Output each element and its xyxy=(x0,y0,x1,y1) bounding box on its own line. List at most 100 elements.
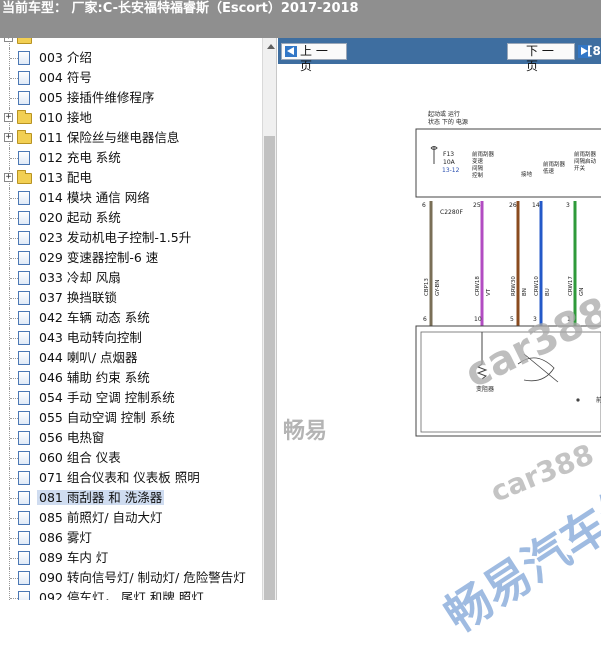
tree-doc-item[interactable]: 029 变速器控制-6 速 xyxy=(0,248,262,268)
component-inner-box xyxy=(420,331,601,433)
wire-color-label: GY-BN xyxy=(435,280,441,296)
col-label-2: 前雨刮器 xyxy=(543,160,566,168)
fuse-location: 13-12 xyxy=(442,167,460,174)
window-title: 当前车型： 厂家:C-长安福特福睿斯（Escort）2017-2018 xyxy=(2,1,359,16)
tree-folder-item[interactable]: + xyxy=(0,38,262,48)
tree-folder-item[interactable]: +010 接地 xyxy=(0,108,262,128)
tree-item-label: 046 辅助 约束 系统 xyxy=(39,370,150,385)
connector-top: C2280F xyxy=(440,209,463,216)
tree-branch-line xyxy=(10,278,18,279)
tree-branch-line xyxy=(10,378,18,379)
tree-doc-item[interactable]: 092 停车灯， 尾灯 和牌 照灯 xyxy=(0,588,262,600)
tree-doc-item[interactable]: 089 车内 灯 xyxy=(0,548,262,568)
tree-doc-item[interactable]: 005 接插件维修程序 xyxy=(0,88,262,108)
header-mid: 状态 下的 电源 xyxy=(428,118,468,126)
tree-item-label: 044 喇叭/ 点烟器 xyxy=(39,350,138,365)
resistor-icon xyxy=(476,363,488,380)
tree-item-label: 005 接插件维修程序 xyxy=(39,90,155,105)
document-icon xyxy=(18,571,30,585)
pin-top-label: 14 xyxy=(532,202,540,209)
document-icon xyxy=(18,351,30,365)
tree-branch-line xyxy=(10,578,18,579)
tree-branch-line xyxy=(10,78,18,79)
tree-branch-line xyxy=(10,158,18,159)
tree-doc-item[interactable]: 044 喇叭/ 点烟器 xyxy=(0,348,262,368)
document-icon xyxy=(18,191,30,205)
tree-doc-item[interactable]: 033 冷却 风扇 xyxy=(0,268,262,288)
wire-id-label: RRW30 xyxy=(511,276,517,296)
tree-doc-item[interactable]: 055 自动空调 控制 系统 xyxy=(0,408,262,428)
tree-doc-item[interactable]: 042 车辆 动态 系统 xyxy=(0,308,262,328)
folder-icon xyxy=(17,38,32,44)
tree-folder-item[interactable]: +011 保险丝与继电器信息 xyxy=(0,128,262,148)
tree-doc-item[interactable]: 046 辅助 约束 系统 xyxy=(0,368,262,388)
tree-doc-item[interactable]: 023 发动机电子控制-1.5升 xyxy=(0,228,262,248)
wire-color-label: BN xyxy=(522,288,528,296)
expand-plus-icon[interactable]: + xyxy=(4,113,13,122)
tree-item-label: 010 接地 xyxy=(39,110,92,125)
tree-doc-item[interactable]: 004 符号 xyxy=(0,68,262,88)
document-icon xyxy=(18,331,30,345)
pin-top-label: 26 xyxy=(509,202,517,209)
tree-item-label: 042 车辆 动态 系统 xyxy=(39,310,150,325)
tree-item-label: 011 保险丝与继电器信息 xyxy=(39,130,180,145)
tree-doc-item[interactable]: 054 手动 空调 控制系统 xyxy=(0,388,262,408)
page-code: [8 xyxy=(587,44,601,58)
pin-bottom-label: 10 xyxy=(474,316,482,323)
tree-item-label: 071 组合仪表和 仪表板 照明 xyxy=(39,470,200,485)
next-page-button[interactable]: 下 一 页 xyxy=(507,43,590,73)
tree-doc-item[interactable]: 085 前照灯/ 自动大灯 xyxy=(0,508,262,528)
header-top: 起动或 运行 xyxy=(428,110,460,118)
scrollbar-up-arrow-icon[interactable] xyxy=(262,38,276,55)
wire-id-label: CRW18 xyxy=(475,276,481,296)
document-icon xyxy=(18,51,30,65)
tree-folder-item[interactable]: +013 配电 xyxy=(0,168,262,188)
tree-doc-item[interactable]: 037 换挡联锁 xyxy=(0,288,262,308)
tree-item-label: 014 模块 通信 网络 xyxy=(39,190,150,205)
tree-item-label: 020 起动 系统 xyxy=(39,210,121,225)
wiring-diagram: 起动或 运行 状态 下的 电源 F13 10A 13-12 C2280F 前雨刮… xyxy=(415,110,601,437)
tree-item-label: 085 前照灯/ 自动大灯 xyxy=(39,510,163,525)
tree-branch-line xyxy=(10,538,18,539)
tree-doc-item[interactable]: 012 充电 系统 xyxy=(0,148,262,168)
expand-plus-icon[interactable]: + xyxy=(4,173,13,182)
window-title-bar: 当前车型： 厂家:C-长安福特福睿斯（Escort）2017-2018 xyxy=(0,0,601,38)
tree-doc-item[interactable]: 003 介绍 xyxy=(0,48,262,68)
document-icon xyxy=(18,491,30,505)
tree-branch-line xyxy=(10,558,18,559)
tree-doc-item[interactable]: 060 组合 仪表 xyxy=(0,448,262,468)
tree-doc-item[interactable]: 090 转向信号灯/ 制动灯/ 危险警告灯 xyxy=(0,568,262,588)
tree-doc-item[interactable]: 020 起动 系统 xyxy=(0,208,262,228)
wire-id-label: CBP13 xyxy=(424,278,430,296)
document-icon xyxy=(18,251,30,265)
tree-doc-item[interactable]: 071 组合仪表和 仪表板 照明 xyxy=(0,468,262,488)
arrow-left-icon xyxy=(285,46,297,57)
expand-plus-icon[interactable]: + xyxy=(4,38,13,42)
tree-doc-item[interactable]: 056 电热窗 xyxy=(0,428,262,448)
document-icon xyxy=(18,511,30,525)
tree-doc-item[interactable]: 014 模块 通信 网络 xyxy=(0,188,262,208)
tree-item-label: 033 冷却 风扇 xyxy=(39,270,121,285)
document-icon xyxy=(18,311,30,325)
document-icon xyxy=(18,211,30,225)
document-icon xyxy=(18,391,30,405)
tree-branch-line xyxy=(10,258,18,259)
document-icon xyxy=(18,471,30,485)
chapter-tree[interactable]: +003 介绍004 符号005 接插件维修程序+010 接地+011 保险丝与… xyxy=(0,38,277,600)
tree-branch-line xyxy=(10,198,18,199)
expand-plus-icon[interactable]: + xyxy=(4,133,13,142)
document-icon xyxy=(18,71,30,85)
scrollbar-thumb[interactable] xyxy=(264,136,275,600)
tree-item-label: 081 雨刮器 和 洗涤器 xyxy=(37,490,165,505)
prev-page-button[interactable]: 上 一 页 xyxy=(281,43,347,73)
tree-doc-item[interactable]: 086 雾灯 xyxy=(0,528,262,548)
tree-doc-item[interactable]: 081 雨刮器 和 洗涤器 xyxy=(0,488,262,508)
component-box xyxy=(415,325,601,437)
folder-icon xyxy=(17,110,32,124)
col-label-3b: 间隔启动 xyxy=(574,157,597,165)
tree-doc-item[interactable]: 043 电动转向控制 xyxy=(0,328,262,348)
tree-item-label: 003 介绍 xyxy=(39,50,92,65)
col-label-1b: 变速 xyxy=(472,157,484,165)
col-label-3c: 开关 xyxy=(574,164,586,172)
tree-branch-line xyxy=(10,98,18,99)
